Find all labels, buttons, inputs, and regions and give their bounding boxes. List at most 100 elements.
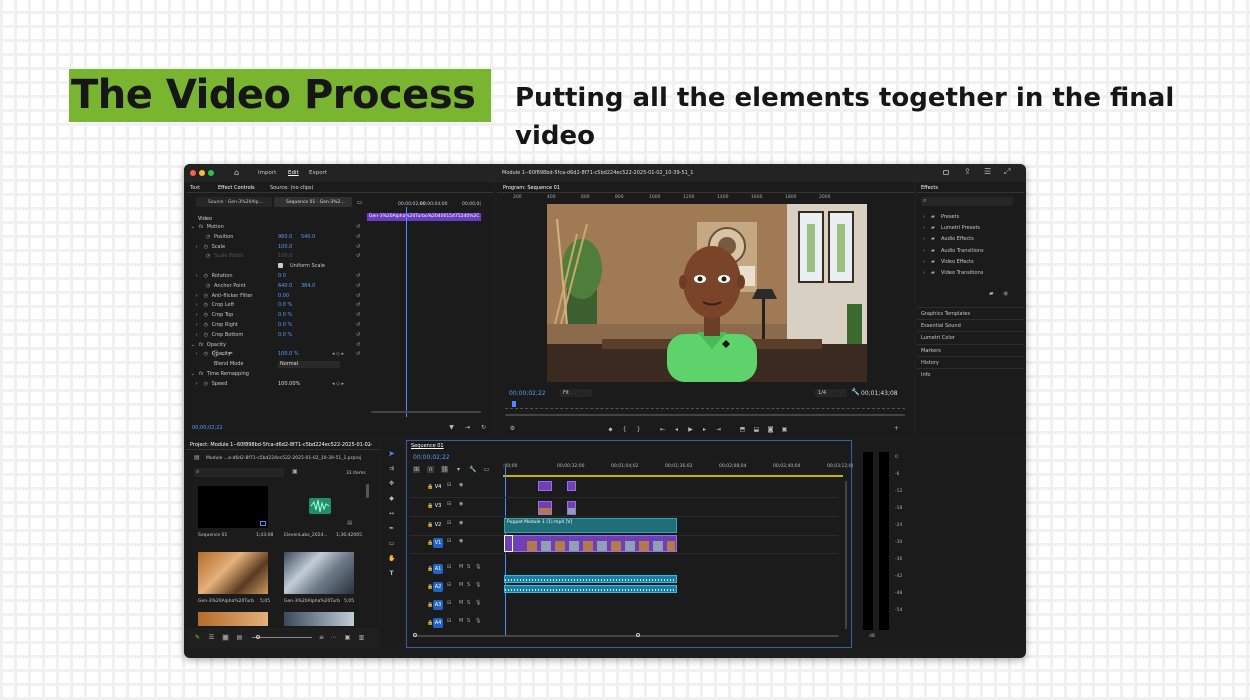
timeline-settings-icon[interactable]: 🔧 — [469, 466, 476, 473]
panel-tab[interactable]: Essential Sound — [917, 319, 1024, 330]
chevron-right-icon[interactable]: › — [923, 270, 925, 277]
sync-lock-icon[interactable]: ⊟ — [447, 582, 451, 589]
stopwatch-icon[interactable]: ◷ — [204, 244, 208, 251]
mute-button[interactable]: M — [459, 600, 463, 607]
reset-icon[interactable]: ↺ — [356, 224, 360, 231]
wrench-icon[interactable]: 🔧 — [851, 388, 860, 396]
effect-property-value[interactable]: 100.00% — [278, 381, 300, 388]
effect-property-row[interactable]: › ◷ Crop Left 0.0 % ↺ — [186, 301, 364, 310]
solo-button[interactable]: S — [467, 564, 470, 571]
tab-edit[interactable]: Edit — [288, 170, 299, 177]
effect-property-value[interactable]: 384.0 — [301, 283, 315, 290]
stopwatch-icon[interactable]: ◷ — [204, 273, 208, 280]
panels-icon[interactable]: ☰ — [984, 167, 991, 176]
disclosure-triangle-icon[interactable]: › — [196, 312, 198, 319]
icon-view-icon[interactable]: ▦ — [222, 634, 229, 641]
reset-icon[interactable]: ↺ — [356, 351, 360, 358]
mute-button[interactable]: M — [459, 564, 463, 571]
v1-clip-strip[interactable] — [504, 535, 677, 552]
effect-property-row[interactable]: ⌄ fx Time Remapping — [186, 370, 364, 379]
stopwatch-icon[interactable]: ◷ — [206, 234, 210, 241]
eye-icon[interactable]: ◉ — [459, 520, 463, 527]
project-item-thumbnail[interactable] — [198, 552, 268, 594]
in-point-icon[interactable]: { — [621, 426, 628, 433]
sequence-dropdown[interactable]: Sequence 01 · Gen-3%2... — [274, 197, 352, 207]
add-marker-icon[interactable]: ▾ — [455, 466, 462, 473]
ec-clip-bar[interactable]: Gen-3%20Alpha%20Turbo%2040015475240%2C — [367, 213, 481, 221]
sort-icon[interactable]: ≡ — [318, 634, 325, 641]
step-back-icon[interactable]: ◂ — [673, 426, 680, 433]
sync-lock-icon[interactable]: ⊟ — [447, 564, 451, 571]
fx-icon[interactable]: fx — [199, 342, 204, 349]
selection-tool-icon[interactable]: ➤ — [388, 450, 395, 458]
sync-lock-icon[interactable]: ⊟ — [447, 520, 451, 527]
stopwatch-icon[interactable]: ◷ — [204, 293, 208, 300]
linked-selection-icon[interactable]: ⛓ — [441, 466, 449, 473]
reset-icon[interactable]: ↺ — [356, 253, 360, 260]
audio-track-target[interactable]: A3 — [433, 600, 443, 610]
slip-tool-icon[interactable]: ↔ — [388, 510, 395, 517]
effect-property-value[interactable]: 0.0 % — [278, 322, 292, 329]
disclosure-triangle-icon[interactable]: › — [196, 273, 198, 280]
pencil-icon[interactable]: ✎ — [194, 634, 201, 641]
effects-folder-item[interactable]: › ▰ Audio Transitions — [923, 247, 1013, 256]
fit-dropdown[interactable]: Fit — [560, 389, 592, 397]
effect-property-value[interactable]: 100.0 — [278, 244, 292, 251]
panel-tab[interactable]: History — [917, 355, 1024, 367]
export-icon[interactable]: ⇥ — [464, 424, 471, 431]
close-window-button[interactable] — [190, 170, 196, 176]
effect-property-value[interactable]: 640.0 — [278, 283, 292, 290]
stopwatch-icon[interactable]: ◷ — [206, 283, 210, 290]
compare-icon[interactable]: ▣ — [781, 426, 788, 433]
list-view-icon[interactable]: ☰ — [208, 634, 215, 641]
effect-property-row[interactable]: › ◷ Speed 100.00% ◂ ◇ ▸ — [186, 380, 364, 389]
audio-track-target[interactable]: A1 — [433, 564, 443, 574]
effect-property-row[interactable]: › ◷ Anti-flicker Filter 0.00 ↺ — [186, 292, 364, 301]
program-timecode[interactable]: 00;00;02;22 — [509, 390, 546, 397]
ec-timecode[interactable]: 00;00;02;22 — [192, 425, 223, 432]
reset-icon[interactable]: ↺ — [356, 312, 360, 319]
audio-track-target[interactable]: A2 — [433, 582, 443, 592]
effect-property-row[interactable]: Uniform Scale — [186, 262, 364, 271]
project-item-thumbnail[interactable] — [198, 612, 268, 626]
effects-folder-item[interactable]: › ▰ Lumetri Presets — [923, 224, 1013, 233]
program-mini-ruler[interactable] — [505, 403, 905, 409]
effects-folder-item[interactable]: › ▰ Audio Effects — [923, 235, 1013, 244]
insert-sequence-icon[interactable]: ⊞ — [413, 466, 420, 473]
effect-property-value[interactable]: 540.0 — [301, 234, 315, 241]
effect-property-value[interactable]: 100.0 — [278, 253, 292, 260]
solo-button[interactable]: S — [467, 582, 470, 589]
disclosure-triangle-icon[interactable]: › — [196, 332, 198, 339]
chevron-right-icon[interactable]: › — [923, 259, 925, 266]
mask-tools-icon[interactable]: ◯ ▭ ✒ — [212, 350, 233, 357]
eye-icon[interactable]: ◉ — [459, 501, 463, 508]
timeline-timecode[interactable]: 00;00;02;22 — [413, 454, 450, 461]
microphone-icon[interactable]: 🎙 — [475, 618, 481, 625]
project-search-input[interactable]: ⌕ — [194, 468, 284, 477]
panel-tab[interactable]: Graphics Templates — [917, 307, 1024, 318]
project-item-thumbnail[interactable]: ▤ — [284, 486, 354, 528]
clip-selection-handle[interactable] — [504, 535, 513, 552]
automate-icon[interactable]: ⋯ — [330, 634, 337, 641]
home-icon[interactable]: ⌂ — [234, 168, 239, 177]
effect-property-value[interactable]: 0.0 % — [278, 332, 292, 339]
add-button-icon[interactable]: + — [893, 425, 900, 432]
disclosure-triangle-icon[interactable]: ⌄ — [191, 371, 195, 378]
video-track-target[interactable]: V1 — [433, 538, 443, 548]
type-tool-icon[interactable]: T — [388, 570, 395, 577]
video-track-target[interactable]: V3 — [433, 501, 443, 511]
play-icon[interactable]: ▶ — [687, 426, 694, 433]
track-select-tool-icon[interactable]: ⇉ — [388, 465, 395, 472]
ec-zoom-scrollbar[interactable] — [371, 411, 481, 413]
hand-tool-icon[interactable]: ✋ — [388, 555, 395, 562]
out-point-icon[interactable]: } — [635, 426, 642, 433]
sync-lock-icon[interactable]: ⊟ — [447, 538, 451, 545]
audio-clip-a2[interactable] — [504, 585, 677, 593]
export-frame-icon[interactable]: ◙ — [767, 426, 774, 433]
solo-button[interactable]: S — [467, 600, 470, 607]
microphone-icon[interactable]: 🎙 — [475, 564, 481, 571]
project-item-thumbnail[interactable] — [198, 486, 268, 528]
effect-property-row[interactable]: › ◷ Scale 100.0 ↺ — [186, 243, 364, 252]
program-playhead[interactable] — [512, 401, 516, 407]
effect-property-row[interactable]: ⌄ fx Motion ↺ — [186, 223, 364, 232]
